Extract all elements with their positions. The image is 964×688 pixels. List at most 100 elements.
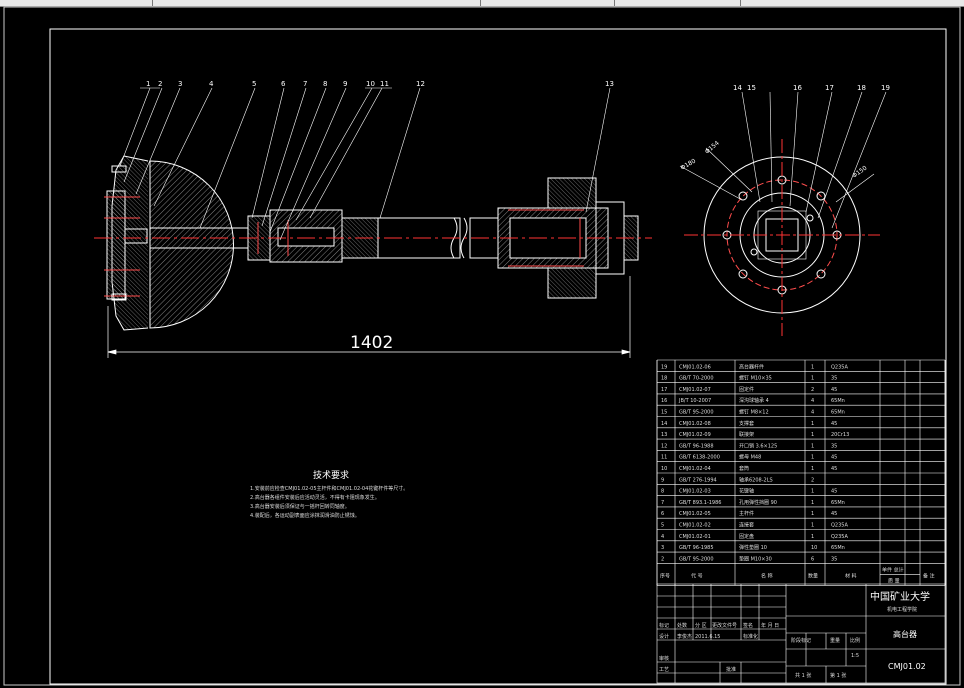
bom-row-code: CMJ01.02-07 xyxy=(679,387,711,393)
bom-row-name: 主杆件 xyxy=(739,510,754,517)
bom-row-name: 弹性垫圈 10 xyxy=(739,544,767,551)
bom-row-qty: 4 xyxy=(811,410,814,416)
bom-row-code: CMJ01.02-01 xyxy=(679,534,711,540)
callout-14: 14 xyxy=(733,84,742,92)
bom-row-qty: 1 xyxy=(811,500,814,506)
bom-row-qty: 1 xyxy=(811,364,814,370)
label-change-doc: 更改文件号 xyxy=(712,622,737,629)
bom-row-code: CMJ01.02-02 xyxy=(679,523,711,529)
title-block-text: 中国矿业大学 机电工程学院 高台器 CMJ01.02 阶段标记 重量 比例 1:… xyxy=(659,590,930,679)
bom-row-name: 孔用弹性挡圈 90 xyxy=(739,499,777,506)
callout-18: 18 xyxy=(857,84,866,92)
bom-row-material: 20Cr13 xyxy=(831,432,849,438)
bom-row-code: GB/T 276-1994 xyxy=(679,477,717,483)
technical-notes: 技术要求 1.安装前应检查CMJ01.02-05主杆件和CMJ01.02-04花… xyxy=(250,469,408,519)
notes-line-3: 3.高台器安装后须保证与一摇杆回转同轴度。 xyxy=(250,503,350,510)
bom-row-material: Q235A xyxy=(831,364,848,370)
callout-7: 7 xyxy=(303,80,307,88)
bom-row-no: 5 xyxy=(661,523,664,529)
bom-row-no: 18 xyxy=(661,376,667,382)
scale-value: 1:5 xyxy=(851,653,859,659)
callout-9: 9 xyxy=(343,80,347,88)
bom-header-name: 名 称 xyxy=(761,572,773,579)
callout-19: 19 xyxy=(881,84,890,92)
sheets-total: 共 1 张 xyxy=(795,672,811,679)
bom-row-material: 65Mn xyxy=(831,500,845,506)
design-date: 2011.6.15 xyxy=(695,634,720,640)
bom-row-no: 13 xyxy=(661,432,667,438)
bom-row-name: 高台器杆件 xyxy=(739,363,764,370)
label-date: 年 月 日 xyxy=(761,622,779,629)
label-standardize: 标准化 xyxy=(743,633,758,640)
bom-row-qty: 1 xyxy=(811,523,814,529)
bom-row-material: 65Mn xyxy=(831,545,845,551)
side-dim-3: Φ150 xyxy=(851,165,868,180)
school-name: 中国矿业大学 xyxy=(870,590,930,603)
bom-header-note: 备 注 xyxy=(923,572,935,579)
bom-row-name: 螺钉 M10×35 xyxy=(739,375,772,382)
callout-numbers-main: 1 2 3 4 5 6 7 8 9 10 11 12 13 xyxy=(146,80,614,88)
label-sign: 签名 xyxy=(743,622,753,629)
bom-row-name: 开口销 3.6×125 xyxy=(739,442,777,449)
bom-row-material: 45 xyxy=(831,489,837,495)
cad-drawing: 1 2 3 4 5 6 7 8 9 10 11 12 13 1402 14 15… xyxy=(3,6,961,686)
bom-row-qty: 6 xyxy=(811,556,814,562)
label-count: 处数 xyxy=(677,622,687,629)
bom-row-name: 固定盘 xyxy=(739,533,754,540)
bom-row-qty: 2 xyxy=(811,387,814,393)
overall-length-label: 1402 xyxy=(350,333,393,353)
callout-6: 6 xyxy=(281,80,286,88)
bom-row-qty: 1 xyxy=(811,376,814,382)
bom-row-name: 轴承6208-2LS xyxy=(739,476,773,483)
notes-line-4: 4.装配后，各运动副表面应涂抹润滑油防止锈蚀。 xyxy=(250,512,360,519)
bom-row-material: 65Mn xyxy=(831,398,845,404)
sheet-inner-border xyxy=(49,28,947,685)
callout-4: 4 xyxy=(209,80,214,88)
label-process: 工艺 xyxy=(659,667,669,673)
bom-row-qty: 10 xyxy=(811,545,817,551)
bom-row-material: 45 xyxy=(831,511,837,517)
drawing-number: CMJ01.02 xyxy=(888,662,926,671)
label-scale: 比例 xyxy=(850,637,860,644)
notes-title: 技术要求 xyxy=(313,469,349,481)
bom-row-code: GB/T 96-1985 xyxy=(679,545,714,551)
callout-13: 13 xyxy=(605,80,614,88)
bom-row-code: CMJ01.02-06 xyxy=(679,364,711,370)
main-section-view xyxy=(104,155,639,331)
callout-2: 2 xyxy=(158,80,162,88)
bom-row-code: CMJ01.02-09 xyxy=(679,432,711,438)
bom-row-material: 45 xyxy=(831,455,837,461)
callout-11: 11 xyxy=(380,80,389,88)
bom-row-material: 35 xyxy=(831,556,837,562)
bom-row-qty: 1 xyxy=(811,489,814,495)
callout-10: 10 xyxy=(366,80,375,88)
bom-row-code: CMJ01.02-04 xyxy=(679,466,711,472)
bom-row-qty: 1 xyxy=(811,534,814,540)
bom-row-qty: 1 xyxy=(811,443,814,449)
bom-row-code: GB/T 893.1-1986 xyxy=(679,500,721,506)
bom-header-mass-bottom: 质 量 xyxy=(888,577,900,584)
bom-row-no: 17 xyxy=(661,387,667,393)
bom-row-qty: 1 xyxy=(811,432,814,438)
notes-line-1: 1.安装前应检查CMJ01.02-05主杆件和CMJ01.02-04花键杆件等尺… xyxy=(250,485,408,492)
bom-row-material: Q235A xyxy=(831,523,848,529)
bom-row-no: 3 xyxy=(661,545,664,551)
bom-row-material: 35 xyxy=(831,443,837,449)
bom-row-code: JB/T 10-2007 xyxy=(678,398,711,404)
callout-16: 16 xyxy=(793,84,802,92)
label-design: 设计 xyxy=(659,633,669,640)
bom-row-no: 6 xyxy=(661,511,664,517)
bom-row-material: 45 xyxy=(831,466,837,472)
sheet-number: 第 1 张 xyxy=(830,672,846,679)
bom-row-qty: 2 xyxy=(811,477,814,483)
side-dim-2: Φ154 xyxy=(704,140,721,156)
bom-row-code: CMJ01.02-05 xyxy=(679,511,711,517)
notes-line-2: 2.高台器各组件安装后应活动灵活，不得有卡阻现象发生。 xyxy=(250,494,380,501)
connecting-plate xyxy=(106,190,126,300)
callout-12: 12 xyxy=(416,80,425,88)
bom-row-name: 支撑套 xyxy=(739,420,754,427)
bom-row-no: 16 xyxy=(661,398,667,404)
sheet-outer-border xyxy=(3,6,961,686)
drawing-name: 高台器 xyxy=(893,629,917,639)
callout-numbers-side: 14 15 16 17 18 19 xyxy=(733,84,890,92)
